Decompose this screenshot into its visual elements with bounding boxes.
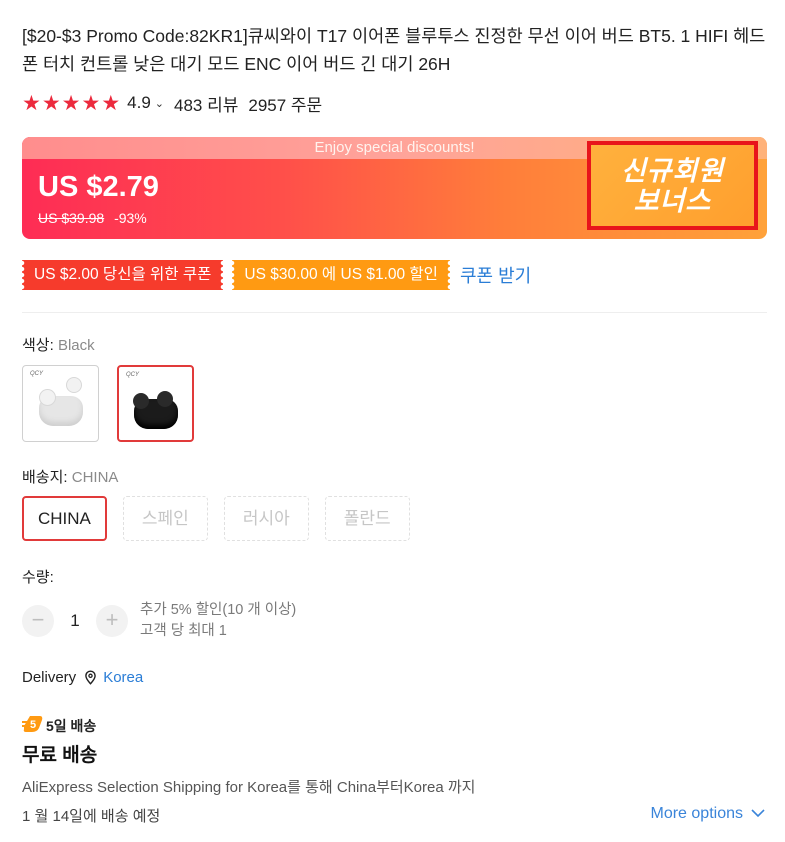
delivery-row: Delivery Korea [22,669,143,686]
get-coupons-link[interactable]: 쿠폰 받기 [460,262,531,288]
delivery-label: Delivery [22,669,77,686]
speed-badge-text: 5일 배송 [46,717,97,734]
star-icon: ★ [101,91,121,115]
star-icon: ★ [41,91,61,115]
divider [22,312,767,313]
earbud-image [157,391,173,407]
ships-from-russia[interactable]: 러시아 [223,496,309,541]
chevron-down-icon[interactable]: ⌄ [155,97,164,110]
earbud-image [67,378,81,392]
color-swatches: QCY QCY [22,365,194,442]
earbud-image [133,393,149,409]
quantity-stepper: − 1 + 추가 5% 할인(10 개 이상) 고객 당 최대 1 [22,600,296,642]
ships-from-label-text: 배송지: [22,469,68,486]
bonus-line-1: 신규회원 [620,155,725,186]
chevron-down-icon [751,805,765,823]
current-price: US $2.79 [38,171,159,203]
increment-button[interactable]: + [96,605,128,637]
free-shipping-title: 무료 배송 [22,745,98,766]
ships-from-selected-value: CHINA [71,469,119,486]
earbud-image [40,390,55,405]
shipping-route: AliExpress Selection Shipping for Korea를… [22,779,476,796]
ships-from-spain[interactable]: 스페인 [122,496,208,541]
quantity-value[interactable]: 1 [54,611,96,631]
speed-days-number: 5 [30,719,36,731]
fast-delivery-icon: 5 [22,713,44,738]
original-price-row: US $39.98 -93% [38,210,147,226]
order-count: 2957 주문 [248,95,323,115]
ships-from-label: 배송지: CHINA [22,466,118,487]
review-count[interactable]: 483 리뷰 [174,91,238,116]
quantity-notes: 추가 5% 할인(10 개 이상) 고객 당 최대 1 [140,600,296,642]
quantity-label: 수량: [22,569,54,586]
new-member-bonus-badge[interactable]: 신규회원 보너스 [587,141,758,230]
rating-row: ★ ★ ★ ★ ★ 4.9 ⌄ 483 리뷰 2957 주문 [22,90,322,116]
more-options-label: More options [650,805,744,822]
coupon-store[interactable]: US $30.00 에 US $1.00 할인 [232,260,450,290]
color-label: 색상: Black [22,334,95,355]
rating-value[interactable]: 4.9 [127,93,151,113]
purchase-limit-note: 고객 당 최대 1 [140,623,227,639]
discount-percent: -93% [114,210,147,226]
decrement-button[interactable]: − [22,605,54,637]
ships-from-poland[interactable]: 폴란드 [324,496,410,541]
color-swatch-white[interactable]: QCY [22,365,99,442]
ships-from-options: CHINA 스페인 러시아 폴란드 [22,496,410,541]
star-icon: ★ [61,91,81,115]
product-title: [$20-$3 Promo Code:82KR1]큐씨와이 T17 이어폰 블루… [22,26,766,74]
rating-stars: ★ ★ ★ ★ ★ [22,93,120,114]
color-selected-value: Black [57,337,95,354]
bonus-line-2: 보너스 [633,185,712,216]
delivery-country-link[interactable]: Korea [103,669,143,686]
bulk-discount-note: 추가 5% 할인(10 개 이상) [140,602,297,618]
ships-from-china[interactable]: CHINA [22,496,107,541]
original-price: US $39.98 [38,210,105,226]
coupon-row: US $2.00 당신을 위한 쿠폰 US $30.00 에 US $1.00 … [22,260,531,290]
more-options-link[interactable]: More options [651,805,766,823]
star-icon: ★ [81,91,101,115]
color-swatch-black[interactable]: QCY [117,365,194,442]
location-pin-icon[interactable] [84,670,97,685]
delivery-eta: 1 월 14일에 배송 예정 [22,808,161,825]
star-icon: ★ [22,91,41,115]
price-banner: Enjoy special discounts! US $2.79 US $39… [22,137,767,239]
coupon-personal[interactable]: US $2.00 당신을 위한 쿠폰 [22,260,224,290]
brand-tag: QCY [126,372,140,378]
delivery-speed-badge: 5 5일 배송 [22,713,96,738]
color-label-text: 색상: [22,337,54,354]
brand-tag: QCY [30,371,44,377]
